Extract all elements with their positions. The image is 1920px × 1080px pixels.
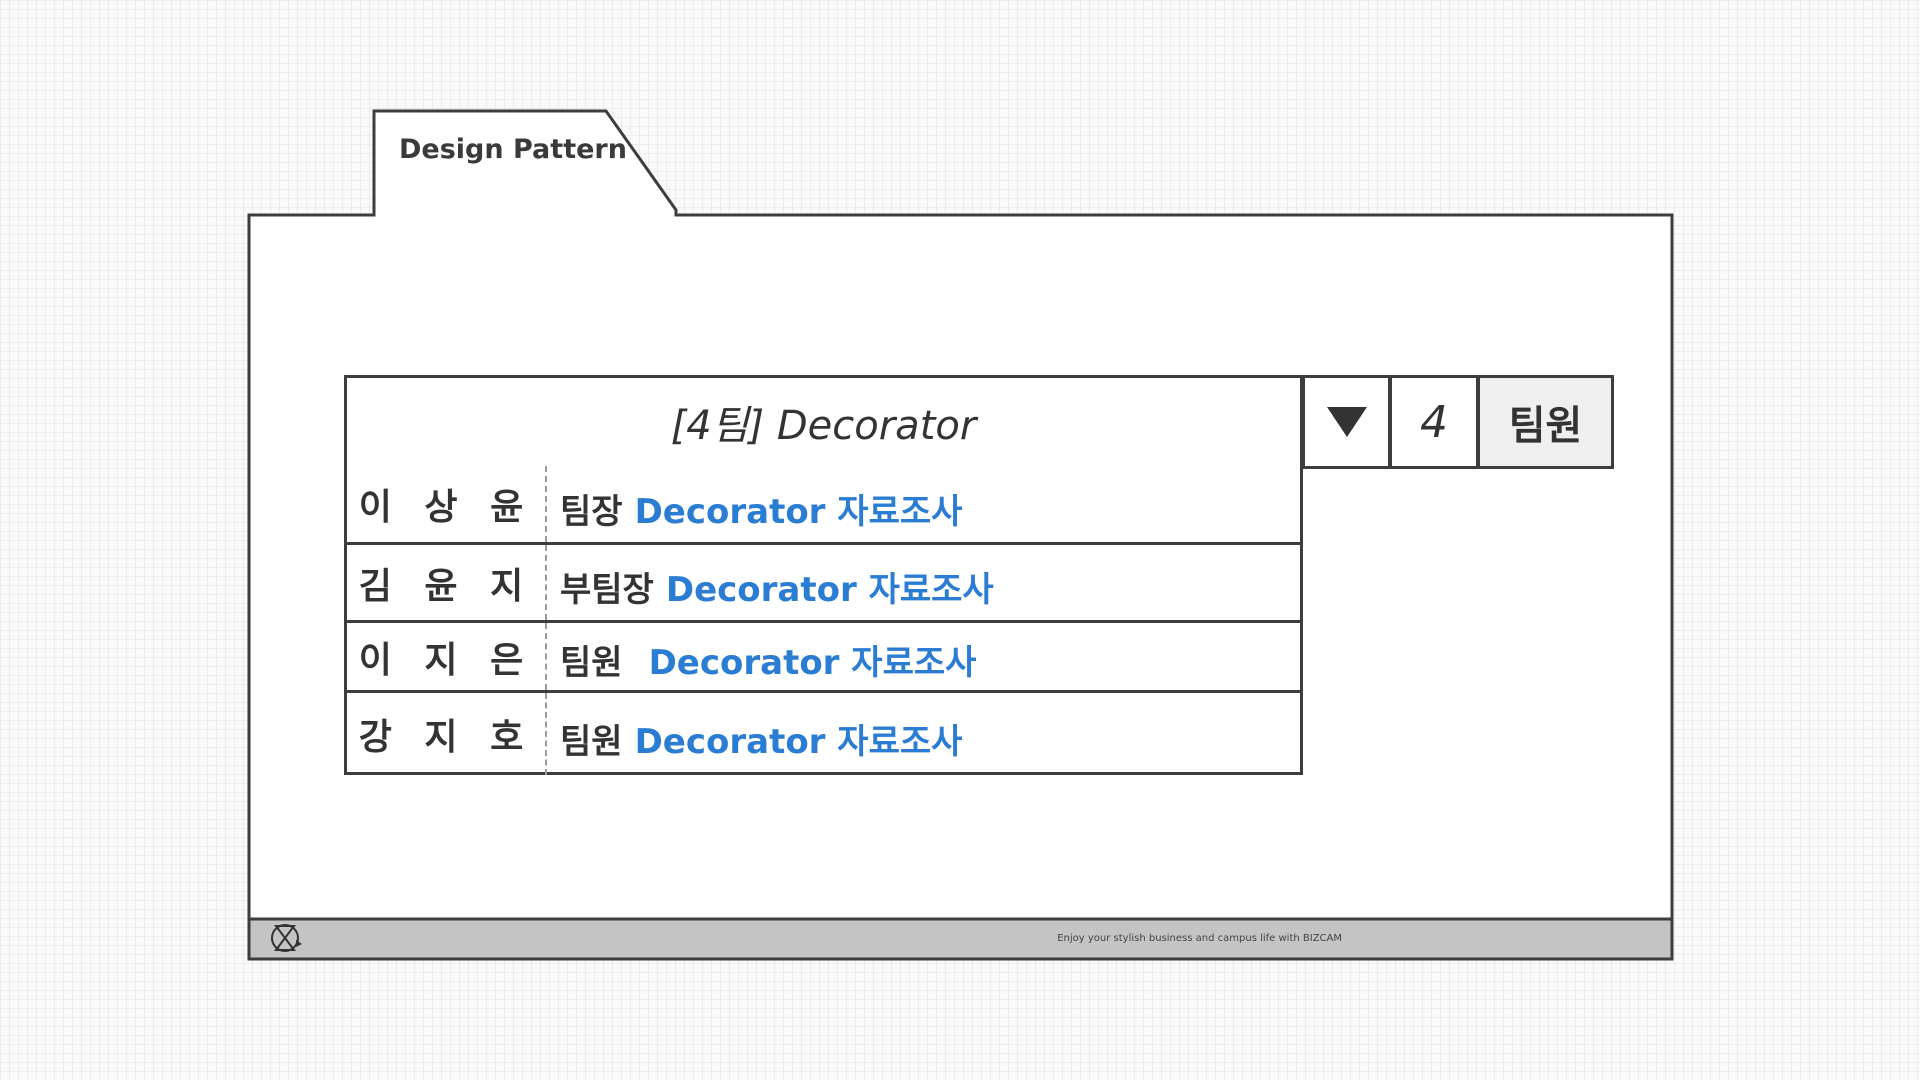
- dropdown-button[interactable]: [1302, 375, 1391, 469]
- member-name-cell: 김 윤 지: [347, 545, 547, 620]
- member-name: 김 윤 지: [358, 565, 534, 607]
- role-header: 팀원: [1508, 403, 1583, 449]
- member-row: 김 윤 지 부팀장 Decorator 자료조사: [347, 545, 1300, 623]
- member-task: Decorator 자료조사: [665, 570, 994, 610]
- member-name-cell: 이 지 은: [347, 623, 547, 690]
- member-task: Decorator 자료조사: [648, 643, 977, 683]
- member-task: Decorator 자료조사: [634, 721, 963, 762]
- member-task-cell: 팀장 Decorator 자료조사: [560, 466, 1290, 542]
- member-table: 이 상 윤 팀장 Decorator 자료조사 김 윤 지 부팀장 Decora…: [344, 466, 1303, 775]
- member-count-box: 4: [1389, 375, 1479, 469]
- member-role: 팀원: [560, 721, 623, 762]
- member-count: 4: [1420, 396, 1448, 448]
- member-name-cell: 이 상 윤: [347, 466, 547, 542]
- hourglass-logo-icon: [271, 924, 302, 952]
- member-role: 팀원: [560, 643, 623, 683]
- member-task-cell: 팀원 Decorator 자료조사: [560, 693, 1290, 775]
- member-task: Decorator 자료조사: [634, 491, 963, 532]
- triangle-down-icon: [1326, 407, 1367, 437]
- role-header-box: 팀원: [1477, 375, 1614, 469]
- member-role: 부팀장: [560, 570, 654, 610]
- member-name: 강 지 호: [358, 717, 534, 758]
- member-task-cell: 부팀장 Decorator 자료조사: [560, 545, 1290, 620]
- member-role: 팀장: [560, 491, 623, 532]
- member-row: 이 지 은 팀원 Decorator 자료조사: [347, 623, 1300, 693]
- member-row: 강 지 호 팀원 Decorator 자료조사: [347, 693, 1300, 775]
- member-row: 이 상 윤 팀장 Decorator 자료조사: [347, 466, 1300, 545]
- team-title: [4팀] Decorator: [670, 403, 977, 449]
- member-name: 이 지 은: [358, 639, 534, 681]
- footer-tagline: Enjoy your stylish business and campus l…: [1057, 933, 1342, 944]
- member-name: 이 상 윤: [358, 487, 534, 528]
- member-task-cell: 팀원 Decorator 자료조사: [560, 623, 1290, 690]
- team-title-box: [4팀] Decorator: [344, 375, 1303, 469]
- footer-bar: [247, 917, 1674, 961]
- member-name-cell: 강 지 호: [347, 693, 547, 775]
- folder-tab-label: Design Pattern: [399, 134, 627, 165]
